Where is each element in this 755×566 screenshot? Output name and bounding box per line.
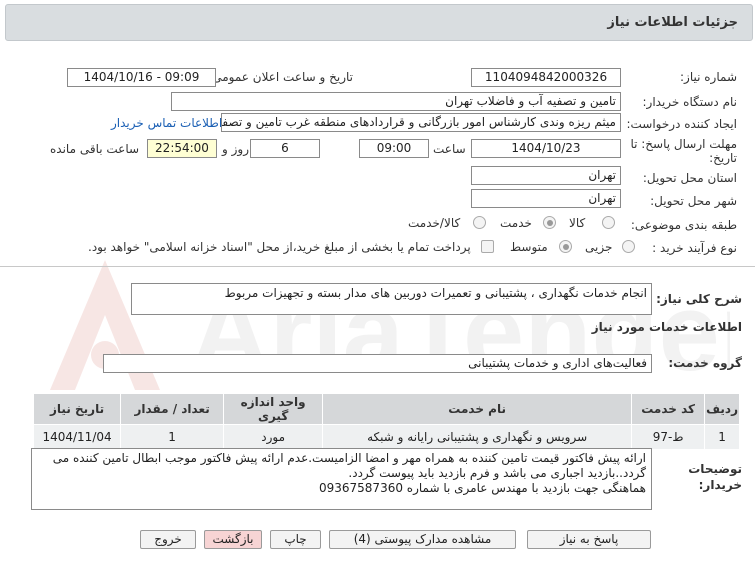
service-group-label: گروه خدمت: xyxy=(668,356,742,370)
province-label: استان محل تحویل: xyxy=(642,171,737,185)
treasury-payment-note: پرداخت تمام یا بخشی از مبلغ خرید،از محل … xyxy=(88,240,471,254)
cell-quantity: 1 xyxy=(120,424,225,450)
process-label: نوع فرآیند خرید : xyxy=(652,241,737,255)
col-header-row: ردیف xyxy=(704,393,740,425)
category-option-goods: کالا xyxy=(569,216,586,230)
cell-row: 1 xyxy=(704,424,740,450)
need-number-label: شماره نیاز: xyxy=(680,70,737,84)
buyer-org-field: تامین و تصفیه آب و فاضلاب تهران xyxy=(171,92,621,111)
city-field: تهران xyxy=(471,189,621,208)
notes-line-1: ارائه پیش فاکتور قیمت تامین کننده به همر… xyxy=(52,451,646,465)
cell-need-date: 1404/11/04 xyxy=(32,424,122,450)
deadline-label: مهلت ارسال پاسخ: تا xyxy=(630,137,737,151)
notes-line-2: گردد..بازدید اجباری می باشد و فرم بازدید… xyxy=(348,466,646,480)
deadline-time-field: 09:00 xyxy=(359,139,429,158)
description-field: انجام خدمات نگهداری ، پشتیبانی و تعمیرات… xyxy=(131,283,652,315)
description-label: شرح کلی نیاز: xyxy=(656,292,742,306)
buyer-contact-link[interactable]: اطلاعات تماس خریدار xyxy=(111,116,222,130)
announce-date-label: تاریخ و ساعت اعلان عمومی: xyxy=(208,70,353,84)
cell-name: سرویس و نگهداری و پشتیبانی رایانه و شبکه xyxy=(322,424,633,450)
services-section-title: اطلاعات خدمات مورد نیاز xyxy=(591,320,742,334)
page-header: جزئیات اطلاعات نیاز xyxy=(5,4,753,41)
category-radio-service[interactable] xyxy=(543,216,556,229)
notes-label-2: خریدار: xyxy=(698,478,742,492)
col-header-name: نام خدمت xyxy=(322,393,633,425)
category-radio-goods[interactable] xyxy=(602,216,615,229)
remaining-time-field: 22:54:00 xyxy=(147,139,217,158)
category-label: طبقه بندی موضوعی: xyxy=(630,218,737,232)
deadline-time-label: ساعت xyxy=(433,142,466,156)
service-group-field: فعالیت‌های اداری و خدمات پشتیبانی xyxy=(103,354,652,373)
announce-date-field: 1404/10/16 - 09:09 xyxy=(67,68,216,87)
notes-label: توضیحات xyxy=(688,462,742,476)
treasury-payment-checkbox[interactable] xyxy=(481,240,494,253)
category-option-service: خدمت xyxy=(500,216,532,230)
notes-field: ارائه پیش فاکتور قیمت تامین کننده به همر… xyxy=(31,448,652,510)
city-label: شهر محل تحویل: xyxy=(650,194,737,208)
days-label: روز و xyxy=(222,142,249,156)
process-radio-minor[interactable] xyxy=(622,240,635,253)
cell-unit: مورد xyxy=(223,424,324,450)
buyer-org-label: نام دستگاه خریدار: xyxy=(642,95,738,109)
view-attachments-button[interactable]: مشاهده مدارک پیوستی (4) xyxy=(329,530,516,549)
deadline-date-field: 1404/10/23 xyxy=(471,139,621,158)
col-header-code: کد خدمت xyxy=(631,393,706,425)
days-remaining-field: 6 xyxy=(250,139,320,158)
col-header-quantity: تعداد / مقدار xyxy=(120,393,225,425)
section-divider xyxy=(0,266,755,267)
remaining-time-label: ساعت باقی مانده xyxy=(50,142,140,156)
cell-code: ط-97 xyxy=(631,424,706,450)
need-number-field: 1104094842000326 xyxy=(471,68,621,87)
services-table: ردیف کد خدمت نام خدمت واحد اندازه گیری ت… xyxy=(32,393,740,450)
creator-field: میثم ریزه وندی کارشناس امور بازرگانی و ق… xyxy=(221,113,621,132)
deadline-date-label: تاریخ: xyxy=(709,151,737,165)
col-header-need-date: تاریخ نیاز xyxy=(32,393,122,425)
category-option-goods-service: کالا/خدمت xyxy=(408,216,461,230)
province-field: تهران xyxy=(471,166,621,185)
process-option-medium: متوسط xyxy=(510,240,548,254)
page-title: جزئیات اطلاعات نیاز xyxy=(607,15,738,30)
reply-button[interactable]: پاسخ به نیاز xyxy=(527,530,651,549)
col-header-unit: واحد اندازه گیری xyxy=(223,393,324,425)
exit-button[interactable]: خروج xyxy=(140,530,196,549)
print-button[interactable]: چاپ xyxy=(270,530,321,549)
back-button[interactable]: بازگشت xyxy=(204,530,262,549)
creator-label: ایجاد کننده درخواست: xyxy=(626,117,737,131)
category-radio-goods-service[interactable] xyxy=(473,216,486,229)
process-option-minor: جزیی xyxy=(585,240,613,254)
process-radio-medium[interactable] xyxy=(559,240,572,253)
notes-line-3: هماهنگی جهت بازدید با مهندس عامری با شما… xyxy=(318,481,646,495)
table-row: 1 ط-97 سرویس و نگهداری و پشتیبانی رایانه… xyxy=(32,424,740,450)
